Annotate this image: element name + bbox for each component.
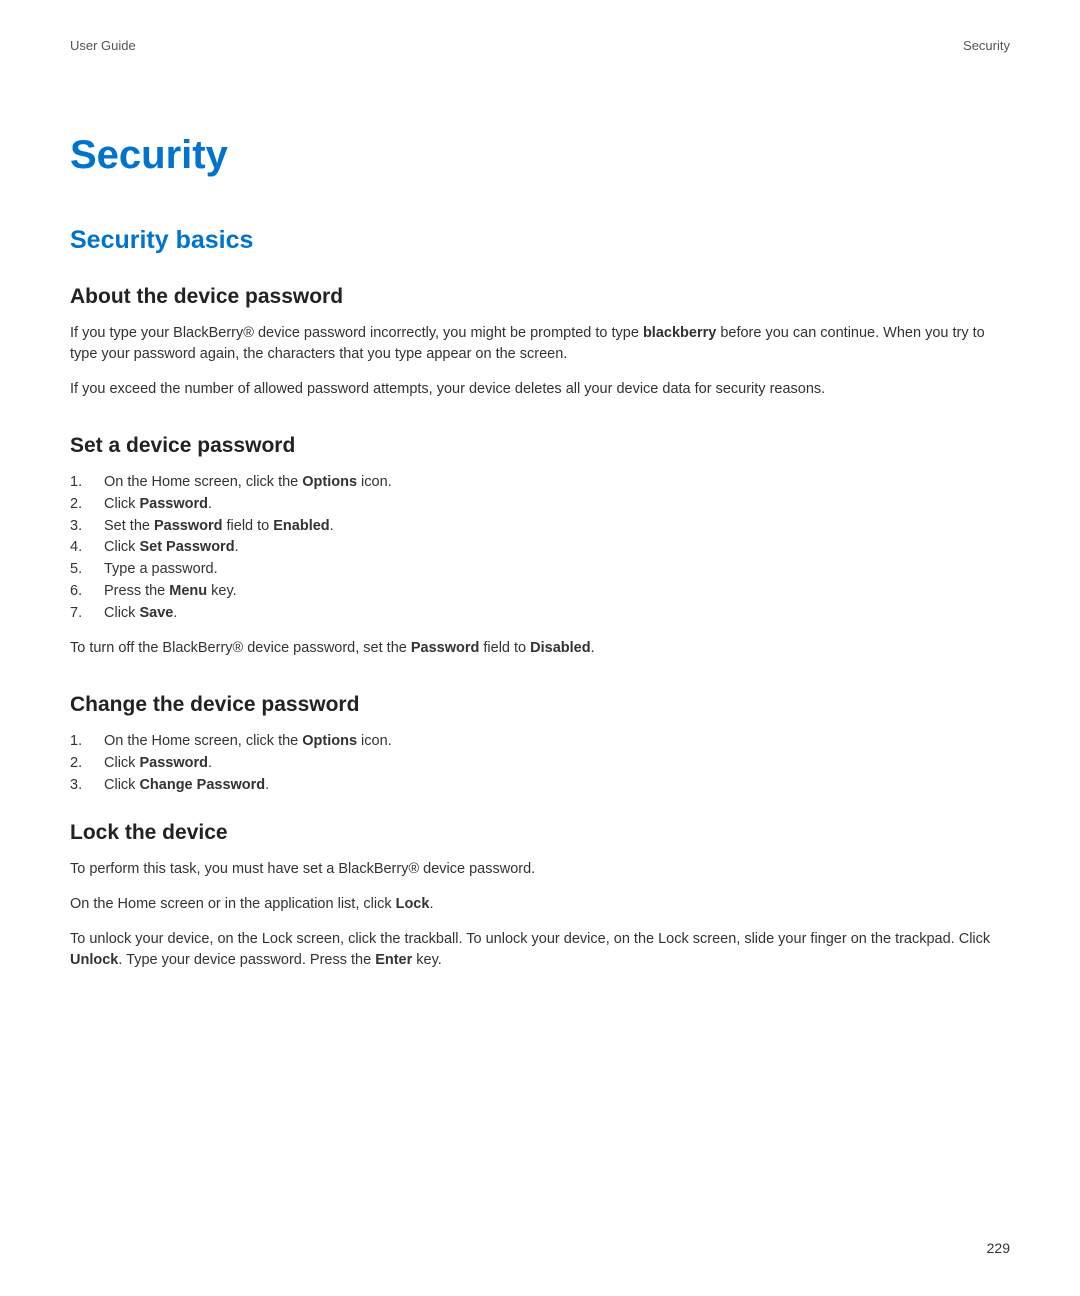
list-item: Click Change Password. bbox=[70, 775, 1010, 797]
about-paragraph-2: If you exceed the number of allowed pass… bbox=[70, 379, 1010, 400]
list-item: Click Save. bbox=[70, 603, 1010, 625]
change-list: On the Home screen, click the Options ic… bbox=[70, 731, 1010, 796]
lock-heading: Lock the device bbox=[70, 821, 1010, 845]
list-item: Press the Menu key. bbox=[70, 581, 1010, 603]
set-note: To turn off the BlackBerry® device passw… bbox=[70, 638, 1010, 659]
list-item: On the Home screen, click the Options ic… bbox=[70, 472, 1010, 494]
about-heading: About the device password bbox=[70, 285, 1010, 309]
about-section: About the device password If you type yo… bbox=[70, 285, 1010, 400]
list-item: Click Set Password. bbox=[70, 537, 1010, 559]
list-item: Click Password. bbox=[70, 753, 1010, 775]
page-title: Security bbox=[70, 133, 1010, 178]
change-heading: Change the device password bbox=[70, 693, 1010, 717]
page-number: 229 bbox=[987, 1240, 1010, 1256]
lock-paragraph-1: To perform this task, you must have set … bbox=[70, 859, 1010, 880]
lock-paragraph-3: To unlock your device, on the Lock scree… bbox=[70, 929, 1010, 971]
lock-paragraph-2: On the Home screen or in the application… bbox=[70, 894, 1010, 915]
header-left: User Guide bbox=[70, 38, 136, 53]
header-right: Security bbox=[963, 38, 1010, 53]
set-section: Set a device password On the Home screen… bbox=[70, 434, 1010, 659]
set-heading: Set a device password bbox=[70, 434, 1010, 458]
lock-section: Lock the device To perform this task, yo… bbox=[70, 821, 1010, 971]
list-item: Click Password. bbox=[70, 494, 1010, 516]
header-row: User Guide Security bbox=[70, 38, 1010, 53]
change-section: Change the device password On the Home s… bbox=[70, 693, 1010, 796]
list-item: On the Home screen, click the Options ic… bbox=[70, 731, 1010, 753]
list-item: Type a password. bbox=[70, 559, 1010, 581]
set-list: On the Home screen, click the Options ic… bbox=[70, 472, 1010, 624]
list-item: Set the Password field to Enabled. bbox=[70, 516, 1010, 538]
section-title: Security basics bbox=[70, 226, 1010, 255]
about-paragraph-1: If you type your BlackBerry® device pass… bbox=[70, 323, 1010, 365]
page-container: User Guide Security Security Security ba… bbox=[0, 0, 1080, 1045]
